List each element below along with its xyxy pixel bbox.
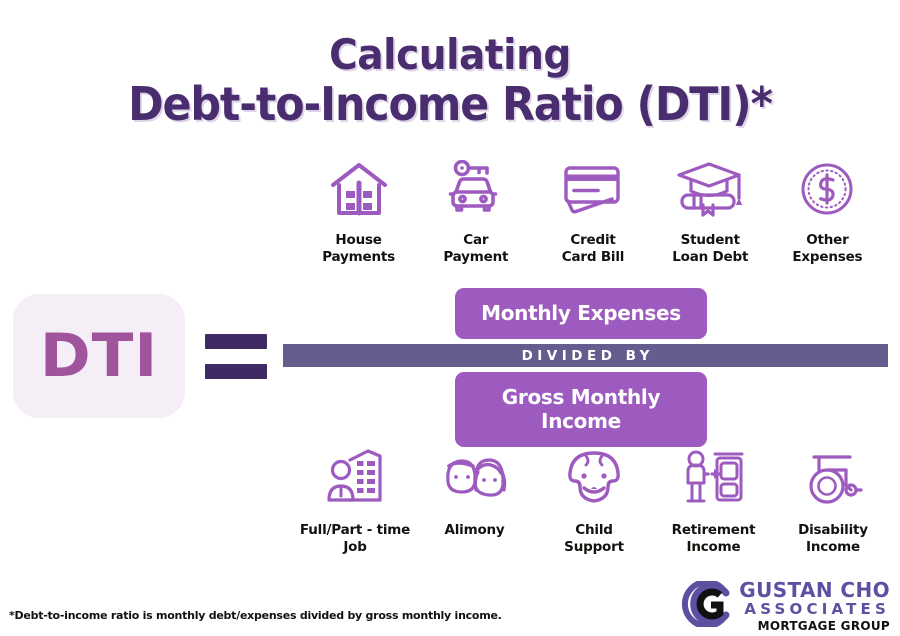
credit-card-icon [558,158,628,220]
income-label: Child Support [564,522,624,556]
dti-formula: Monthly Expenses DIVIDED BY Gross Monthl… [283,288,888,447]
logo-line-2: ASSOCIATES [744,600,890,618]
income-item-disability-income: Disability Income [774,446,892,557]
logo-wordmark: GUSTAN CHO ASSOCIATES MORTGAGE GROUP [739,580,890,632]
title-line-2: Debt-to-Income Ratio (DTI)* [128,77,773,131]
dti-label: DTI [39,321,159,391]
income-label: Full/Part - time Job [299,522,411,556]
car-key-icon [446,158,506,220]
equals-sign-icon [205,334,267,379]
equals-bar-top [205,334,267,349]
expense-label: House Payments [322,232,395,266]
dti-badge: DTI [13,294,185,418]
logo-g-mark-icon [682,578,734,632]
office-worker-icon [324,446,386,508]
equals-bar-bottom [205,364,267,379]
divided-by-label: DIVIDED BY [521,347,654,364]
gustan-cho-associates-logo: GUSTAN CHO ASSOCIATES MORTGAGE GROUP [682,578,890,632]
expense-item-student-loan-debt: Student Loan Debt [652,158,769,267]
income-item-child-support: Child Support [535,446,653,557]
dollar-coin-icon [799,158,855,220]
numerator-pill: Monthly Expenses [455,288,707,339]
income-label: Alimony [444,522,505,538]
footnote-text: *Debt-to-income ratio is monthly debt/ex… [9,609,502,622]
house-icon [330,158,388,220]
expense-item-house-payments: House Payments [300,158,417,267]
expense-label: Other Expenses [792,232,863,266]
gross-monthly-income-icon-row: Full/Part - time Job Alimony Child Suppo… [296,446,892,557]
expense-label: Credit Card Bill [561,232,625,266]
denominator-pill: Gross Monthly Income [455,372,707,447]
couple-icon [441,446,509,508]
title-line-1: Calculating [329,30,571,79]
retirement-person-icon [682,446,746,508]
logo-line-1: GUSTAN CHO [739,578,890,602]
expense-item-credit-card-bill: Credit Card Bill [534,158,651,267]
expense-item-car-payment: Car Payment [417,158,534,267]
income-label: Disability Income [798,522,868,556]
expense-label: Student Loan Debt [672,232,749,266]
graduation-cap-diploma-icon [675,158,745,220]
expense-label: Car Payment [443,232,509,266]
logo-line-3: MORTGAGE GROUP [757,619,890,633]
income-item-retirement-income: Retirement Income [655,446,773,557]
income-item-full-part-time-job: Full/Part - time Job [296,446,414,557]
baby-face-icon [564,446,624,508]
divided-by-bar: DIVIDED BY [283,344,888,367]
page-title: Calculating Debt-to-Income Ratio (DTI)* [0,30,900,131]
monthly-expenses-icon-row: House Payments Car Payment Credit Card B… [300,158,886,267]
wheelchair-icon [802,446,864,508]
expense-item-other-expenses: Other Expenses [769,158,886,267]
income-item-alimony: Alimony [416,446,534,539]
income-label: Retirement Income [671,522,756,556]
